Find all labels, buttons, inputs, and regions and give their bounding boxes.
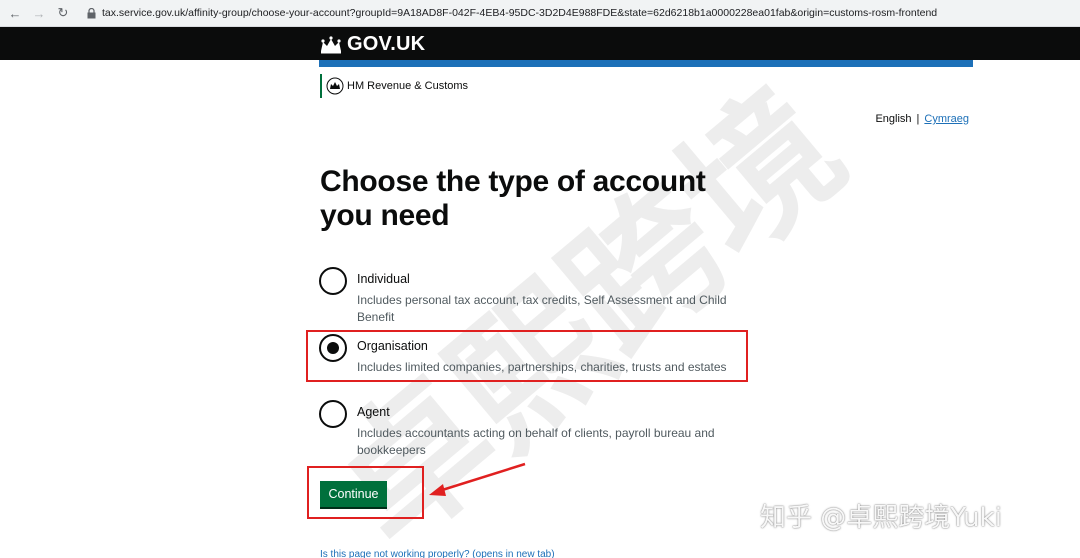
radio-button[interactable]	[319, 267, 347, 295]
annotation-box-organisation	[306, 330, 748, 382]
radio-label[interactable]: Agent	[357, 405, 390, 419]
browser-address-bar: ← → ↻ tax.service.gov.uk/affinity-group/…	[0, 0, 1080, 27]
department-name: HM Revenue & Customs	[347, 80, 469, 92]
page-title: Choose the type of account you need	[320, 165, 706, 232]
govuk-logo[interactable]: GOV.UK	[319, 33, 425, 56]
corner-watermark: 知乎 @卓熙跨境Yuki	[760, 503, 1002, 533]
govuk-logo-text: GOV.UK	[347, 33, 426, 55]
report-problem-link[interactable]: Is this page not working properly? (open…	[320, 549, 555, 558]
radio-button[interactable]	[319, 400, 347, 428]
language-switcher: English | Cymraeg	[875, 113, 969, 125]
lock-icon[interactable]	[86, 7, 96, 19]
annotation-arrow-icon	[429, 462, 526, 496]
crown-icon	[321, 35, 341, 53]
annotation-box-continue	[307, 466, 424, 519]
hmrc-department[interactable]: HM Revenue & Customs	[320, 74, 468, 98]
radio-hint: Includes personal tax account, tax credi…	[357, 293, 727, 324]
radio-label[interactable]: Individual	[357, 272, 410, 286]
header-blue-bar	[319, 60, 973, 67]
language-link-cymraeg[interactable]: Cymraeg	[924, 113, 969, 125]
language-separator: |	[916, 113, 920, 125]
radio-hint: Includes accountants acting on behalf of…	[357, 426, 715, 457]
url-field[interactable]: tax.service.gov.uk/affinity-group/choose…	[102, 7, 937, 19]
reload-icon[interactable]: ↻	[54, 4, 72, 22]
hmrc-crest-icon	[326, 77, 344, 95]
forward-arrow-icon[interactable]: →	[30, 4, 48, 22]
back-arrow-icon[interactable]: ←	[6, 4, 24, 22]
govuk-header: GOV.UK	[0, 27, 1080, 60]
language-current: English	[875, 113, 912, 125]
